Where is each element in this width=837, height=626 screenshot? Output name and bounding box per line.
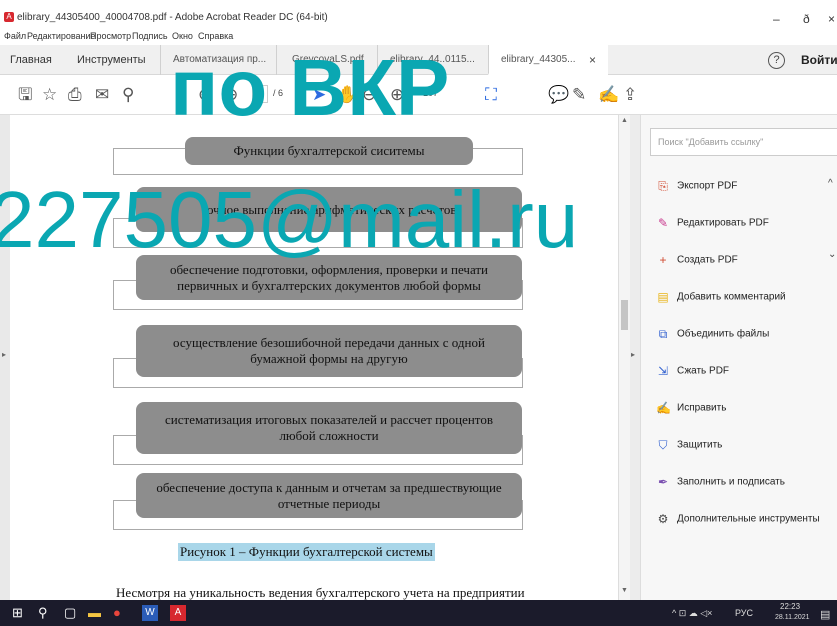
- minimize-button[interactable]: –: [773, 12, 780, 26]
- fit-page-icon[interactable]: ⛶: [485, 85, 497, 105]
- protect-icon: ⛉: [658, 438, 668, 452]
- scroll-up-icon[interactable]: ▲: [621, 117, 628, 124]
- tool-item[interactable]: ✍ Исправить: [656, 401, 726, 419]
- pen-icon[interactable]: ✎: [572, 85, 586, 105]
- task-view-icon[interactable]: ▢: [64, 604, 76, 622]
- more-tools-icon: ⚙: [657, 512, 669, 526]
- tool-label: Объединить файлы: [677, 328, 770, 340]
- tool-item[interactable]: ✎ Редактировать PDF: [656, 216, 769, 234]
- window-title: elibrary_44305400_40004708.pdf - Adobe A…: [17, 12, 328, 23]
- bookmark-star-icon[interactable]: ☆: [42, 85, 57, 105]
- acrobat-logo-icon: A: [4, 12, 14, 22]
- vertical-scrollbar[interactable]: ▲ ▼: [618, 115, 630, 600]
- close-tab-icon[interactable]: ×: [589, 45, 596, 73]
- comment-icon: ▤: [657, 290, 669, 304]
- body-text: Несмотря на уникальность ведения бухгалт…: [116, 585, 525, 600]
- tool-item[interactable]: ✒ Заполнить и подписать: [656, 475, 785, 493]
- watermark-line1: по ВКР: [170, 43, 450, 132]
- export-pdf-icon: ⎘: [658, 179, 668, 193]
- notifications-icon[interactable]: ▤: [820, 608, 830, 621]
- tray-icons[interactable]: ^ ⊡ ☁ ◁×: [672, 608, 712, 619]
- expand-left-icon: ▸: [2, 350, 7, 359]
- tools-panel: Поиск "Добавить ссылку" ^ ⌄ ⎘ Экспорт PDF…: [640, 115, 837, 600]
- language-indicator[interactable]: РУС: [735, 608, 753, 618]
- sign-icon[interactable]: ✍: [598, 85, 619, 105]
- compress-icon: ⇲: [657, 364, 669, 378]
- collapse-right-icon: ▸: [631, 350, 636, 359]
- title-bar: A elibrary_44305400_40004708.pdf - Adobe…: [0, 0, 837, 27]
- file-explorer-icon[interactable]: ▬: [88, 604, 101, 622]
- chevron-up-icon[interactable]: ^: [828, 178, 833, 189]
- tool-item[interactable]: ▤ Добавить комментарий: [656, 290, 786, 308]
- create-pdf-icon: +: [659, 253, 667, 267]
- tool-label: Сжать PDF: [677, 365, 730, 377]
- menu-help[interactable]: Справка: [198, 31, 233, 41]
- menu-edit[interactable]: Редактирование: [27, 31, 96, 41]
- search-icon[interactable]: ⚲: [122, 85, 134, 105]
- signin-button[interactable]: Войти: [801, 53, 837, 67]
- word-icon[interactable]: W: [142, 605, 158, 621]
- diagram-title-box: Функции бухгалтерской сиситемы: [185, 137, 473, 165]
- windows-start-icon[interactable]: ⊞: [12, 604, 23, 622]
- diagram-box: систематизация итоговых показателей и ра…: [136, 402, 522, 454]
- tool-label: Исправить: [677, 402, 727, 414]
- tool-label: Экспорт PDF: [677, 180, 738, 192]
- maximize-button[interactable]: ð: [803, 12, 810, 26]
- chevron-down-icon[interactable]: ⌄: [828, 249, 836, 260]
- tool-item[interactable]: ⇲ Сжать PDF: [656, 364, 729, 382]
- tool-label: Добавить комментарий: [677, 291, 786, 303]
- fix-icon: ✍: [656, 401, 671, 415]
- menu-window[interactable]: Окно: [172, 31, 193, 41]
- diagram-box: обеспечение доступа к данным и отчетам з…: [136, 473, 522, 518]
- fill-sign-icon: ✒: [657, 475, 669, 489]
- close-window-button[interactable]: ×: [828, 12, 835, 26]
- tool-item[interactable]: ⛉ Защитить: [656, 438, 722, 456]
- tool-item[interactable]: ⧉ Объединить файлы: [656, 327, 770, 345]
- tool-label: Защитить: [677, 439, 723, 451]
- edit-pdf-icon: ✎: [657, 216, 669, 230]
- print-icon[interactable]: ⎙: [68, 85, 82, 105]
- tool-label: Редактировать PDF: [677, 217, 769, 229]
- menu-file[interactable]: Файл: [4, 31, 26, 41]
- tab-label: elibrary_44305...: [501, 54, 576, 65]
- watermark-line2: 227505@mail.ru: [0, 175, 579, 264]
- tab-tools[interactable]: Инструменты: [77, 45, 157, 75]
- share-icon[interactable]: ⇪: [623, 85, 637, 105]
- email-icon[interactable]: ✉: [95, 85, 109, 105]
- scroll-thumb[interactable]: [621, 300, 628, 330]
- tool-item[interactable]: ⚙ Дополнительные инструменты: [656, 512, 820, 530]
- tab-document-active[interactable]: elibrary_44305... ×: [488, 45, 608, 75]
- clock-time[interactable]: 22:23: [780, 602, 800, 611]
- tool-label: Заполнить и подписать: [677, 476, 785, 488]
- clock-date[interactable]: 28.11.2021: [775, 614, 810, 621]
- tool-item[interactable]: + Создать PDF: [656, 253, 738, 271]
- tool-item[interactable]: ⎘ Экспорт PDF: [656, 179, 737, 197]
- help-icon[interactable]: ?: [768, 52, 785, 69]
- right-panel-toggle[interactable]: ▸: [630, 115, 640, 600]
- search-icon[interactable]: ⚲: [38, 604, 48, 622]
- comment-tool-icon[interactable]: 💬: [548, 85, 569, 105]
- figure-caption: Рисунок 1 – Функции бухгалтерской систем…: [178, 543, 435, 561]
- chrome-icon[interactable]: ●: [113, 604, 121, 622]
- scroll-down-icon[interactable]: ▼: [621, 587, 628, 594]
- combine-icon: ⧉: [658, 327, 668, 341]
- save-icon[interactable]: 🖫: [18, 85, 32, 105]
- tool-label: Дополнительные инструменты: [677, 513, 820, 525]
- acrobat-taskbar-icon[interactable]: A: [170, 605, 186, 621]
- tools-search-input[interactable]: Поиск "Добавить ссылку": [650, 128, 837, 156]
- taskbar: ⊞ ⚲ ▢ ▬ ● W A ^ ⊡ ☁ ◁× РУС 22:23 28.11.2…: [0, 600, 837, 626]
- menu-view[interactable]: Просмотр: [90, 31, 131, 41]
- tool-label: Создать PDF: [677, 254, 738, 266]
- diagram-box: осуществление безошибочной передачи данн…: [136, 325, 522, 377]
- menu-sign[interactable]: Подпись: [132, 31, 168, 41]
- tab-home[interactable]: Главная: [10, 45, 65, 75]
